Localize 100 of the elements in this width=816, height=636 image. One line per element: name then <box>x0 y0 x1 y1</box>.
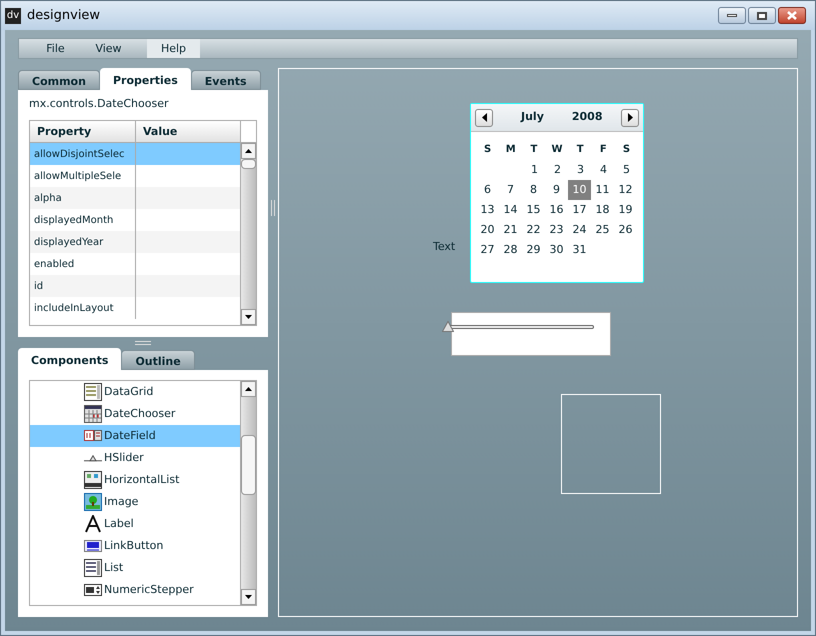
calendar-day[interactable]: 8 <box>522 180 545 200</box>
weekday-label: S <box>482 143 492 157</box>
triangle-icon <box>84 515 102 533</box>
slider-thumb[interactable] <box>442 321 454 332</box>
panel-tab[interactable]: Properties <box>100 68 191 90</box>
calendar-day[interactable]: 28 <box>499 240 522 260</box>
calendar-icon <box>84 405 102 423</box>
scroll-thumb[interactable] <box>241 159 256 169</box>
date-chooser[interactable]: July 2008 S M T W T F S 1 2 3 4 5 6 7 8 9 10 11 12 13 14 15 16 17 18 19 20 21 22 23 24 25 26 27 28 29 30 31 <box>470 103 644 283</box>
component-item[interactable]: LinkButton <box>30 535 240 557</box>
panel-tab[interactable]: Outline <box>121 350 195 370</box>
property-row[interactable]: id <box>30 275 240 297</box>
window-title: designview <box>27 6 100 25</box>
slider[interactable] <box>442 321 594 333</box>
scroll-thumb[interactable] <box>241 435 256 495</box>
calendar-day[interactable]: 21 <box>499 220 522 240</box>
scroll-down-icon[interactable] <box>241 309 256 325</box>
grid-icon <box>84 383 102 401</box>
calendar-day[interactable]: 2 <box>546 160 569 180</box>
scrollbar[interactable] <box>240 143 256 325</box>
calendar-day[interactable]: 30 <box>545 240 568 260</box>
menu-item[interactable]: File <box>29 39 82 58</box>
property-name: allowMultipleSele <box>34 170 122 184</box>
close-icon <box>787 11 797 20</box>
year-label: 2008 <box>572 109 602 126</box>
panel-tab[interactable]: Events <box>190 70 261 90</box>
scroll-up-icon[interactable] <box>241 381 256 397</box>
component-class: mx.controls.DateChooser <box>29 96 170 112</box>
calendar-day[interactable]: 25 <box>591 220 614 240</box>
component-item[interactable]: Label <box>30 513 240 535</box>
property-row[interactable]: displayedYear <box>30 231 240 253</box>
calendar-day[interactable]: 7 <box>499 180 522 200</box>
weekday-label: M <box>504 143 517 157</box>
property-name: allowDisjointSelec <box>34 148 125 162</box>
image-icon <box>84 493 102 511</box>
calendar-day[interactable]: 12 <box>614 180 637 200</box>
calendar-day[interactable]: 17 <box>568 200 591 220</box>
slider-icon <box>84 454 102 462</box>
calendar-day[interactable]: 10 <box>568 180 591 200</box>
scrollbar[interactable] <box>240 381 256 605</box>
right-arrow-icon <box>628 113 632 122</box>
close-button[interactable] <box>778 7 806 24</box>
weekday-label: T <box>576 143 585 157</box>
component-item[interactable]: NumericStepper <box>30 579 240 601</box>
splitter-handle[interactable] <box>135 340 151 344</box>
property-row[interactable]: allowDisjointSelec <box>30 143 240 165</box>
calendar-day[interactable]: 6 <box>476 180 499 200</box>
calendar-day[interactable]: 23 <box>545 220 568 240</box>
calendar-day[interactable]: 14 <box>499 200 522 220</box>
calendar-day[interactable]: 27 <box>476 240 499 260</box>
panel-tab[interactable]: Common <box>18 70 100 90</box>
calendar-day[interactable]: 18 <box>591 200 614 220</box>
calendar-day[interactable]: 13 <box>476 200 499 220</box>
calendar-day[interactable]: 16 <box>545 200 568 220</box>
calendar-day[interactable]: 15 <box>522 200 545 220</box>
component-item[interactable]: List <box>30 557 240 579</box>
component-item[interactable]: Image <box>30 491 240 513</box>
horizontal-list-icon <box>84 471 102 489</box>
component-item[interactable]: DateField <box>30 425 240 447</box>
component-item[interactable]: DataGrid <box>30 381 240 403</box>
splitter-handle[interactable] <box>271 200 275 216</box>
stepper-icon <box>84 581 102 599</box>
menu-item[interactable]: Help <box>147 39 200 58</box>
calendar-day[interactable]: 19 <box>614 200 637 220</box>
calendar-day[interactable]: 22 <box>522 220 545 240</box>
scroll-up-icon[interactable] <box>241 143 256 159</box>
calendar-day[interactable]: 29 <box>522 240 545 260</box>
weekday-label: S <box>622 143 632 157</box>
calendar-day[interactable]: 1 <box>523 160 546 180</box>
property-name: displayedMonth <box>34 214 114 228</box>
calendar-day[interactable]: 5 <box>615 160 638 180</box>
menu-item[interactable]: View <box>82 39 135 58</box>
calendar-day[interactable]: 9 <box>545 180 568 200</box>
maximize-button[interactable] <box>748 7 776 24</box>
weekday-label: W <box>550 143 564 157</box>
calendar-day[interactable]: 20 <box>476 220 499 240</box>
scroll-down-icon[interactable] <box>241 589 256 605</box>
calendar-day[interactable]: 3 <box>569 160 592 180</box>
calendar-day[interactable]: 24 <box>568 220 591 240</box>
next-month-button[interactable] <box>621 108 639 126</box>
calendar-day[interactable]: 11 <box>591 180 614 200</box>
property-row[interactable]: alpha <box>30 187 240 209</box>
component-item[interactable]: HorizontalList <box>30 469 240 491</box>
property-name: id <box>34 280 44 294</box>
column-header[interactable]: Property <box>30 121 136 142</box>
text-label: Text <box>433 239 456 255</box>
month-label: July <box>521 109 544 126</box>
app-logo: dv <box>5 8 21 24</box>
panel-tab[interactable]: Components <box>18 348 122 370</box>
calendar-day[interactable]: 4 <box>592 160 615 180</box>
minimize-button[interactable] <box>718 7 746 24</box>
component-item[interactable]: DateChooser <box>30 403 240 425</box>
property-name: displayedYear <box>34 236 104 250</box>
component-item[interactable]: HSlider <box>30 447 240 469</box>
list-icon <box>84 559 102 577</box>
previous-month-button[interactable] <box>475 108 493 126</box>
column-header[interactable]: Value <box>136 121 240 142</box>
calendar-day[interactable]: 31 <box>568 240 591 260</box>
property-name: enabled <box>34 258 74 272</box>
calendar-day[interactable]: 26 <box>614 220 637 240</box>
